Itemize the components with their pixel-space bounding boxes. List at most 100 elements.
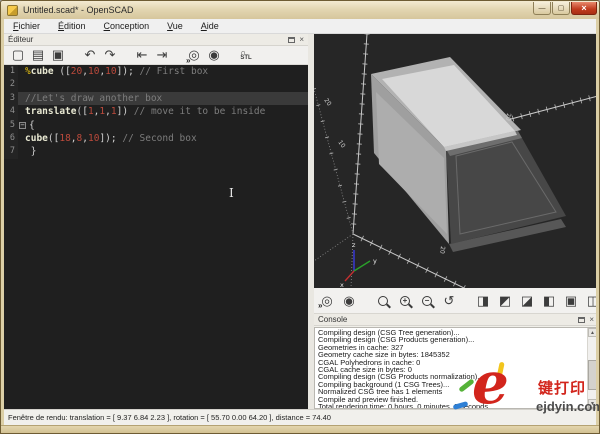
view-top-button[interactable]: ◩ [495,292,515,309]
redo-button[interactable]: ↷ [101,47,119,64]
view-front-button-icon: ▣ [565,293,577,309]
undo-button-icon: ↶ [85,47,96,63]
undo-button[interactable]: ↶ [81,47,99,64]
save-button[interactable]: ▣ [49,47,67,64]
code-text: translate([1,1,1]) // move it to be insi… [18,105,265,118]
view-bottom-button[interactable]: ◪ [517,292,537,309]
openscad-window: Untitled.scad* - OpenSCAD — ▢ × FichierÉ… [0,0,600,434]
viewport-toolbar: ◎»◉+−↺◨◩◪◧▣◫◊» [314,288,598,314]
z-axis-line [353,34,367,234]
neg-axis-dotted [314,89,353,234]
menu-conception[interactable]: Conception [95,20,159,32]
render-button[interactable]: ◉ [205,47,223,64]
editor-toolbar: ▢ ▤ ▣ ↶ ↷ ⇤ ⇥ ◎» ◉ ∩STL [4,46,308,65]
view-front-button[interactable]: ▣ [561,292,581,309]
new-file-button[interactable]: ▢ [9,47,27,64]
fold-marker-icon[interactable]: − [19,122,26,129]
render-button[interactable]: ◉ [339,292,359,309]
float-panel-icon[interactable] [288,37,295,43]
float-panel-icon[interactable] [578,317,585,323]
code-line[interactable]: 1%cube ([20,10,10]); // First box [4,65,308,78]
zoom-all-button[interactable] [373,292,393,309]
editor-panel-title: Éditeur [8,35,33,44]
open-file-button-icon: ▤ [32,47,44,63]
3d-viewport[interactable]: 20 10 20 20 z y x [314,34,598,288]
code-line[interactable]: 4translate([1,1,1]) // move it to be ins… [4,105,308,118]
zoom-in-button[interactable]: + [395,292,415,309]
code-text: } [18,145,36,158]
close-panel-icon[interactable]: × [589,316,594,324]
line-number: 4 [4,105,18,118]
code-line[interactable]: 2 [4,78,308,91]
x-axis-label: x [340,281,344,288]
unindent-button-icon: ⇤ [137,47,148,63]
export-stl-button[interactable]: ∩STL [237,47,255,64]
export-stl-button-icon: ∩STL [240,50,251,61]
window-frame-bottom [1,425,600,434]
tick-label-neg2: 10 [336,139,346,149]
console-output[interactable]: Compiling design (CSG Tree generation)..… [314,327,598,409]
z-axis-label: z [352,241,356,249]
close-button[interactable]: × [571,2,597,15]
view-right-button[interactable]: ◨ [473,292,493,309]
render-button-icon: ◉ [208,47,219,63]
indent-button[interactable]: ⇥ [153,47,171,64]
zoom-out-button[interactable]: − [417,292,437,309]
view-bottom-button-icon: ◪ [521,293,533,309]
window-title: Untitled.scad* - OpenSCAD [23,5,134,15]
app-icon [7,5,18,16]
menu-bar: FichierÉditionConceptionVueAide [4,19,598,34]
code-text [18,78,25,91]
view-right-button-icon: ◨ [477,293,489,309]
menu-edition[interactable]: Édition [49,20,95,32]
save-button-icon: ▣ [52,47,64,63]
editor-panel-header[interactable]: Éditeur × [4,34,308,46]
tick-label-y20: 20 [504,113,512,121]
line-number: 5 [4,119,18,132]
window-frame-right [596,19,599,425]
code-line[interactable]: 7 } [4,145,308,158]
minimize-button[interactable]: — [533,2,551,15]
zoom-out-button-icon: − [422,296,432,306]
code-line[interactable]: 3//Let's draw another box [4,92,308,105]
code-text: cube([18,8,10]); // Second box [18,132,197,145]
close-panel-icon[interactable]: × [299,36,304,44]
title-bar[interactable]: Untitled.scad* - OpenSCAD — ▢ × [1,1,600,19]
zoom-all-button-icon [378,296,388,306]
new-file-button-icon: ▢ [12,47,24,63]
code-editor[interactable]: 1%cube ([20,10,10]); // First box23//Let… [4,65,308,409]
code-text: %cube ([20,10,10]); // First box [18,65,208,78]
unindent-button[interactable]: ⇤ [133,47,151,64]
status-text: Fenêtre de rendu: translation = [ 9.37 6… [8,413,331,422]
menu-fichier[interactable]: Fichier [4,20,49,32]
status-bar: Fenêtre de rendu: translation = [ 9.37 6… [4,409,598,425]
zoom-in-button-icon: + [400,296,410,306]
3d-scene: 20 10 20 20 z y x [314,34,598,288]
axis-indicator: z y x [340,241,377,288]
menu-aide[interactable]: Aide [192,20,228,32]
maximize-button[interactable]: ▢ [552,2,570,15]
console-panel-header[interactable]: Console × [314,314,598,326]
preview-button[interactable]: ◎» [185,47,203,64]
preview-button[interactable]: ◎» [317,292,337,309]
redo-button-icon: ↷ [105,47,116,63]
line-number: 3 [4,92,18,105]
reset-view-button[interactable]: ↺ [439,292,459,309]
line-number: 2 [4,78,18,91]
code-line[interactable]: 5−{ [4,119,308,132]
menu-vue[interactable]: Vue [158,20,192,32]
window-frame-left [1,19,4,425]
text-cursor-icon: I [229,186,234,200]
tick-label-x20: 20 [438,246,446,254]
code-text: //Let's draw another box [18,92,162,105]
line-number: 7 [4,145,18,158]
view-top-button-icon: ◩ [499,293,511,309]
console-panel: Console × Compiling design (CSG Tree gen… [314,314,598,409]
open-file-button[interactable]: ▤ [29,47,47,64]
indent-button-icon: ⇥ [157,47,168,63]
line-number: 1 [4,65,18,78]
reset-view-button-icon: ↺ [444,293,455,309]
code-line[interactable]: 6cube([18,8,10]); // Second box [4,132,308,145]
view-left-button[interactable]: ◧ [539,292,559,309]
editor-panel: Éditeur × ▢ ▤ ▣ ↶ ↷ ⇤ ⇥ ◎» ◉ ∩STL 1%cube ([20,10,… [4,34,308,409]
